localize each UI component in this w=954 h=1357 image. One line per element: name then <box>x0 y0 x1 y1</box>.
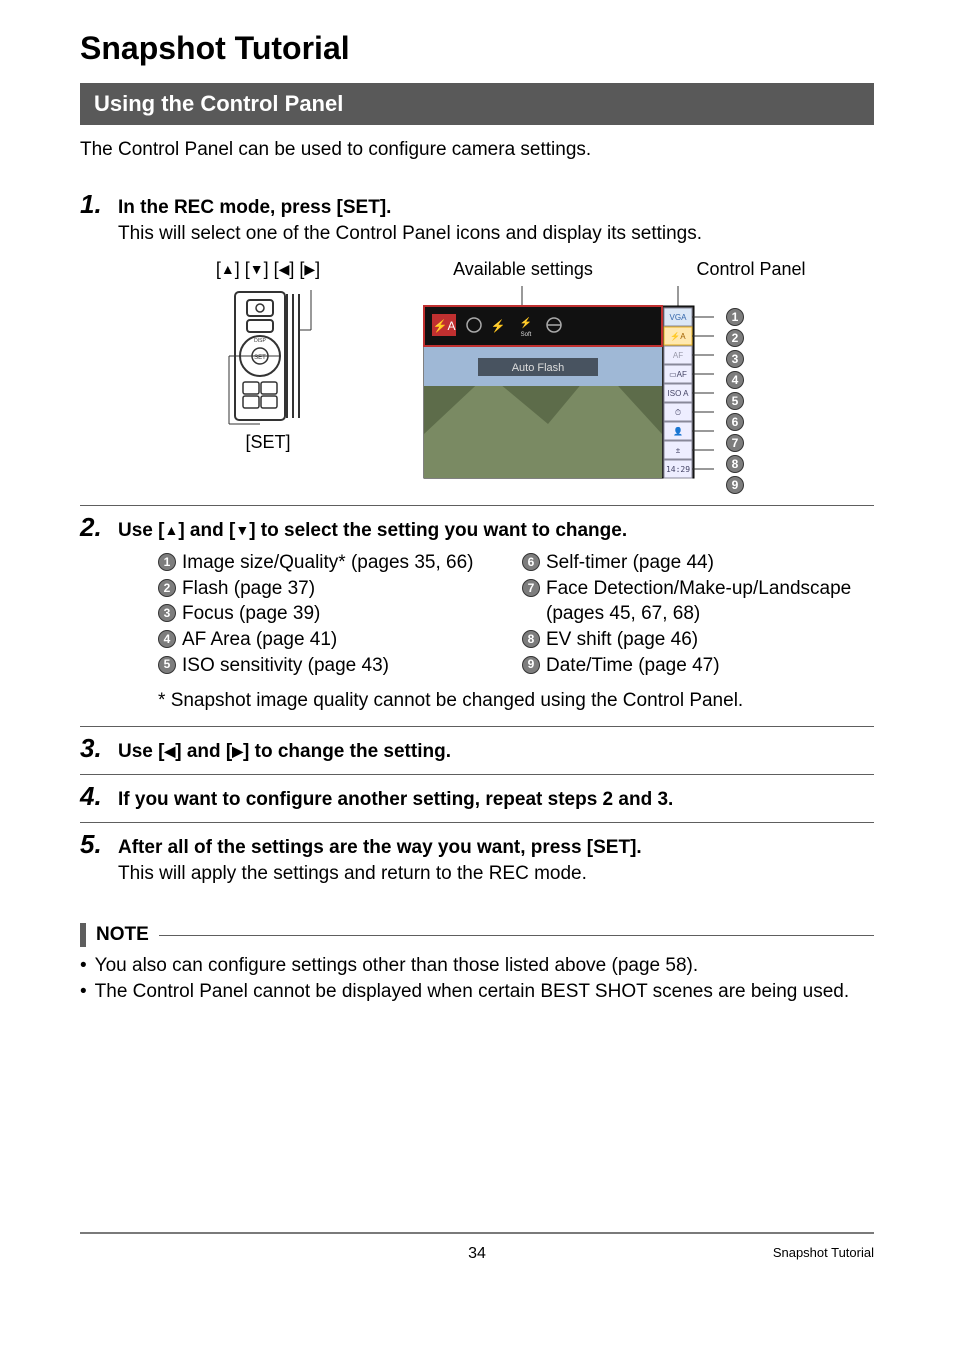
list-badge-7: 7 <box>522 579 540 597</box>
note-item: The Control Panel cannot be displayed wh… <box>95 979 849 1005</box>
list-badge-5: 5 <box>158 656 176 674</box>
callout-numbers: 1 2 3 4 5 6 7 8 9 <box>726 308 744 494</box>
step-1: 1. In the REC mode, press [SET]. This wi… <box>80 183 874 506</box>
step-number: 2. <box>80 512 106 543</box>
asterisk-icon: * <box>158 690 165 711</box>
left-icon: ◀ <box>279 261 290 277</box>
callout-7: 7 <box>726 434 744 452</box>
list-item: ISO sensitivity (page 43) <box>182 653 389 679</box>
diagram-control-panel: Available settings Control Panel <box>418 259 874 489</box>
list-badge-6: 6 <box>522 553 540 571</box>
step-heading: If you want to configure another setting… <box>118 789 673 810</box>
note-item: You also can configure settings other th… <box>95 953 698 979</box>
right-icon: ▶ <box>304 261 315 277</box>
svg-text:▭AF: ▭AF <box>669 370 687 379</box>
svg-text:DISP: DISP <box>254 338 266 344</box>
step-text: This will apply the settings and return … <box>118 863 874 885</box>
page: Snapshot Tutorial Using the Control Pane… <box>0 0 954 1280</box>
step-text: This will select one of the Control Pane… <box>118 223 874 245</box>
callout-5: 5 <box>726 392 744 410</box>
svg-text:14:29: 14:29 <box>666 465 690 474</box>
list-item: Self-timer (page 44) <box>546 550 714 576</box>
note-section: NOTE • You also can configure settings ot… <box>80 923 874 1004</box>
step-2: 2. Use [▲] and [▼] to select the setting… <box>80 506 874 727</box>
callout-4: 4 <box>726 371 744 389</box>
up-icon: ▲ <box>164 522 178 538</box>
footer: 34 Snapshot Tutorial <box>80 1245 874 1260</box>
step-5: 5. After all of the settings are the way… <box>80 823 874 895</box>
svg-text:ISO A: ISO A <box>668 389 690 398</box>
list-badge-2: 2 <box>158 579 176 597</box>
note-label: NOTE <box>96 924 149 946</box>
note-accent-bar <box>80 923 86 947</box>
callout-8: 8 <box>726 455 744 473</box>
step-heading: After all of the settings are the way yo… <box>118 837 642 858</box>
list-item: Face Detection/Make-up/Landscape (pages … <box>546 576 874 627</box>
down-icon: ▼ <box>235 522 249 538</box>
step1-diagrams: [▲] [▼] [◀] [▶] <box>158 259 874 489</box>
diagram-controls: [▲] [▼] [◀] [▶] <box>158 259 378 453</box>
up-icon: ▲ <box>221 261 235 277</box>
callout-3: 3 <box>726 350 744 368</box>
list-item: Date/Time (page 47) <box>546 653 720 679</box>
section-header: Using the Control Panel <box>80 83 874 125</box>
page-number: 34 <box>80 1245 874 1263</box>
step-number: 3. <box>80 733 106 764</box>
list-badge-3: 3 <box>158 604 176 622</box>
step-heading: In the REC mode, press [SET]. <box>118 197 391 218</box>
step-number: 5. <box>80 829 106 860</box>
step-number: 1. <box>80 189 106 220</box>
list-badge-9: 9 <box>522 656 540 674</box>
list-badge-1: 1 <box>158 553 176 571</box>
direction-keys-label: [▲] [▼] [◀] [▶] <box>158 259 378 280</box>
callout-9: 9 <box>726 476 744 494</box>
svg-text:±: ± <box>676 446 681 455</box>
svg-text:⏱: ⏱ <box>675 408 681 417</box>
set-label: [SET] <box>158 432 378 453</box>
bullet-icon: • <box>80 979 87 1005</box>
camera-screen-illustration: ⚡A ⚡ ⚡ Soft Auto Flash <box>418 284 718 484</box>
callout-2: 2 <box>726 329 744 347</box>
list-item: Flash (page 37) <box>182 576 315 602</box>
list-item: Image size/Quality* (pages 35, 66) <box>182 550 474 576</box>
camera-controls-illustration: SET DISP <box>213 286 323 426</box>
list-item: Focus (page 39) <box>182 601 320 627</box>
intro-text: The Control Panel can be used to configu… <box>80 139 874 161</box>
left-icon: ◀ <box>164 743 175 759</box>
svg-text:⚡A: ⚡A <box>670 331 686 341</box>
step-4: 4. If you want to configure another sett… <box>80 775 874 823</box>
step-heading: Use [◀] and [▶] to change the setting. <box>118 741 451 762</box>
step-3: 3. Use [◀] and [▶] to change the setting… <box>80 727 874 775</box>
auto-flash-text: Auto Flash <box>512 362 565 374</box>
svg-text:⚡: ⚡ <box>520 316 532 329</box>
svg-text:👤: 👤 <box>673 426 683 436</box>
footnote: * Snapshot image quality cannot be chang… <box>158 690 874 712</box>
callout-1: 1 <box>726 308 744 326</box>
list-badge-8: 8 <box>522 630 540 648</box>
svg-text:⚡A: ⚡A <box>433 319 456 333</box>
note-divider <box>159 935 874 936</box>
svg-text:AF: AF <box>673 351 683 360</box>
list-item: EV shift (page 46) <box>546 627 698 653</box>
footer-rule <box>80 1232 874 1234</box>
available-settings-label: Available settings <box>418 259 628 280</box>
step-heading: Use [▲] and [▼] to select the setting yo… <box>118 520 627 541</box>
list-item: AF Area (page 41) <box>182 627 337 653</box>
svg-text:Soft: Soft <box>521 332 532 338</box>
callout-6: 6 <box>726 413 744 431</box>
page-title: Snapshot Tutorial <box>80 30 874 67</box>
list-badge-4: 4 <box>158 630 176 648</box>
svg-text:⚡: ⚡ <box>491 319 506 333</box>
down-icon: ▼ <box>250 261 264 277</box>
settings-list: 1 Image size/Quality* (pages 35, 66) 2 Fla… <box>158 550 874 678</box>
svg-text:VGA: VGA <box>670 313 688 322</box>
right-icon: ▶ <box>232 743 243 759</box>
step-number: 4. <box>80 781 106 812</box>
bullet-icon: • <box>80 953 87 979</box>
control-panel-label: Control Panel <box>628 259 874 280</box>
